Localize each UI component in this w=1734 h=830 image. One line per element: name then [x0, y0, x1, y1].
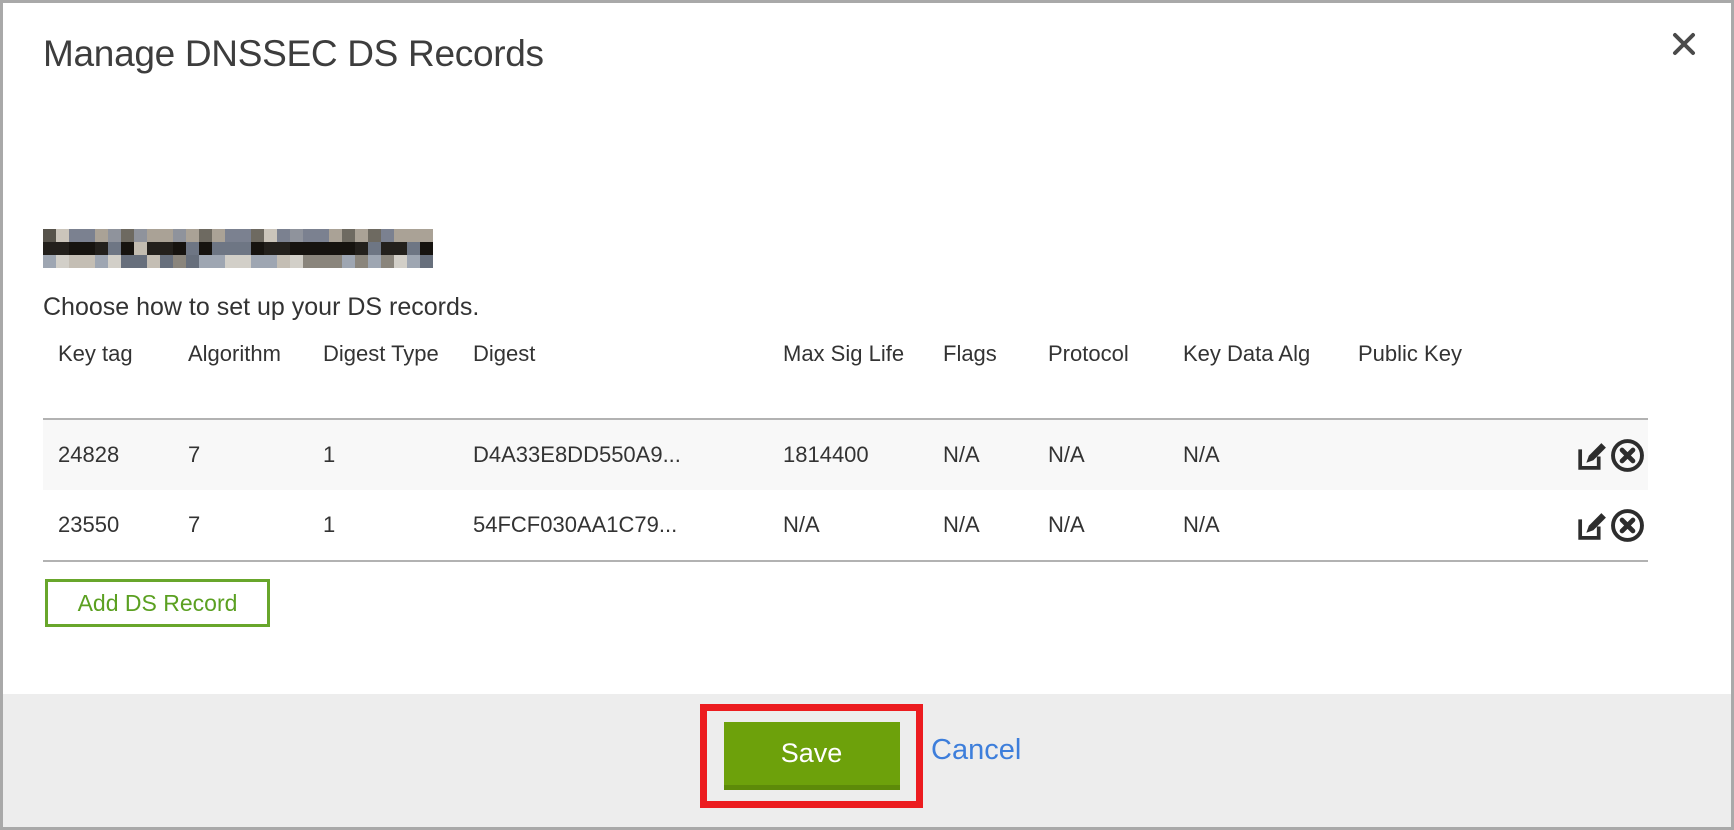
row-actions: [1558, 490, 1648, 561]
cell-key-data-alg: N/A: [1168, 490, 1343, 561]
cell-key-tag: 23550: [43, 490, 173, 561]
cell-algorithm: 7: [173, 419, 308, 490]
cell-flags: N/A: [928, 490, 1033, 561]
table-header-row: Key tag Algorithm Digest Type Digest Max…: [43, 337, 1648, 419]
col-header-protocol: Protocol: [1033, 337, 1168, 419]
cell-public-key: [1343, 490, 1558, 561]
cell-protocol: N/A: [1033, 419, 1168, 490]
manage-dnssec-modal: Manage DNSSEC DS Records Choose how to s…: [0, 0, 1734, 830]
redacted-domain-name: [43, 229, 433, 268]
col-header-digest-type: Digest Type: [308, 337, 458, 419]
row-actions: [1558, 419, 1648, 490]
close-icon-glyph: [1671, 31, 1697, 57]
col-header-digest: Digest: [458, 337, 768, 419]
annotation-highlight-box: Save: [700, 704, 923, 808]
cell-key-data-alg: N/A: [1168, 419, 1343, 490]
table-row: 23550 7 1 54FCF030AA1C79... N/A N/A N/A …: [43, 490, 1648, 561]
cell-digest: D4A33E8DD550A9...: [458, 419, 768, 490]
edit-record-icon[interactable]: [1574, 508, 1609, 543]
cell-max-sig-life: N/A: [768, 490, 928, 561]
col-header-key-data-alg: Key Data Alg: [1168, 337, 1343, 419]
save-button[interactable]: Save: [724, 722, 900, 790]
col-header-max-sig-life: Max Sig Life: [768, 337, 928, 419]
cell-digest: 54FCF030AA1C79...: [458, 490, 768, 561]
col-header-actions: [1558, 337, 1648, 419]
page-title: Manage DNSSEC DS Records: [43, 33, 544, 75]
cell-digest-type: 1: [308, 419, 458, 490]
cell-public-key: [1343, 419, 1558, 490]
cell-key-tag: 24828: [43, 419, 173, 490]
add-ds-record-button[interactable]: Add DS Record: [45, 579, 270, 627]
col-header-algorithm: Algorithm: [173, 337, 308, 419]
delete-record-icon[interactable]: [1609, 437, 1646, 474]
cell-digest-type: 1: [308, 490, 458, 561]
delete-record-icon[interactable]: [1609, 507, 1646, 544]
cell-algorithm: 7: [173, 490, 308, 561]
col-header-key-tag: Key tag: [43, 337, 173, 419]
edit-record-icon[interactable]: [1574, 438, 1609, 473]
instruction-text: Choose how to set up your DS records.: [43, 293, 479, 322]
cell-flags: N/A: [928, 419, 1033, 490]
col-header-public-key: Public Key: [1343, 337, 1558, 419]
cell-protocol: N/A: [1033, 490, 1168, 561]
cell-max-sig-life: 1814400: [768, 419, 928, 490]
ds-records-table: Key tag Algorithm Digest Type Digest Max…: [43, 337, 1648, 562]
col-header-flags: Flags: [928, 337, 1033, 419]
close-icon[interactable]: [1669, 29, 1699, 59]
modal-footer: Save Cancel: [3, 694, 1731, 827]
cancel-link[interactable]: Cancel: [931, 734, 1021, 767]
table-row: 24828 7 1 D4A33E8DD550A9... 1814400 N/A …: [43, 419, 1648, 490]
